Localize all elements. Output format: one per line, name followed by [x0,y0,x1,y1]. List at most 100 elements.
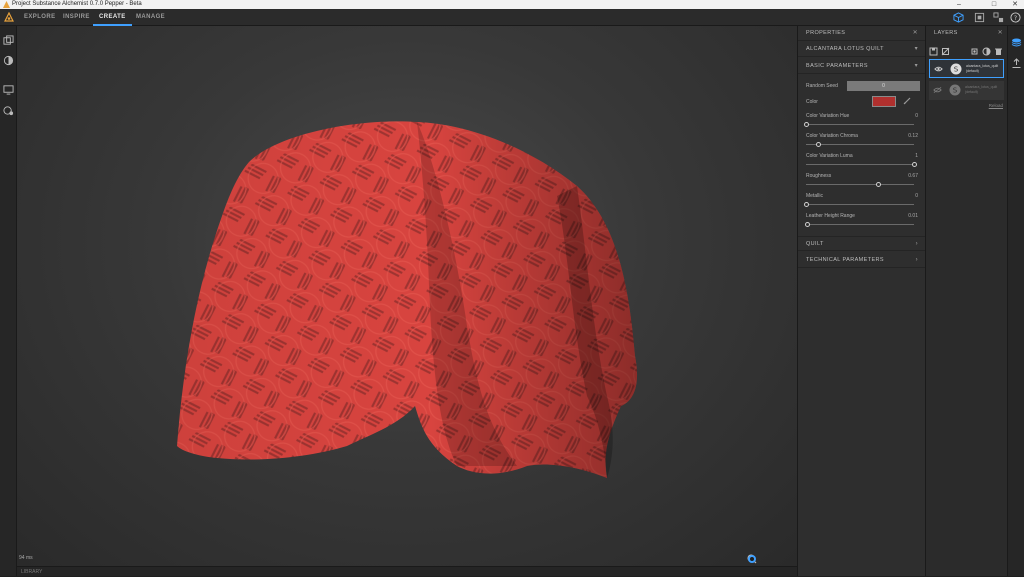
color-picker-icon[interactable] [903,97,911,105]
layers-stack-icon[interactable] [3,35,14,46]
basic-parameters-section[interactable]: BASIC PARAMETERS ▾ [798,59,926,74]
3d-viewport[interactable]: 94 ms [17,26,797,566]
properties-header: PROPERTIES ✕ [798,26,926,41]
slider-track[interactable] [806,124,914,125]
add-material-icon[interactable] [982,43,991,56]
slider-value: 0.67 [908,173,918,179]
slider-track[interactable] [806,164,914,165]
slider-handle[interactable] [804,222,810,227]
basic-parameters-label: BASIC PARAMETERS [806,63,868,69]
slider-handle[interactable] [803,122,809,127]
slider-row: Color Variation Luma 1 [806,153,918,159]
quilt-section-label: QUILT [806,241,824,247]
right-toolbar [1007,26,1024,576]
eye-hidden-icon[interactable] [933,86,942,94]
material-name: ALCANTARA LOTUS QUILT [806,46,884,52]
reload-link[interactable]: Reload [989,103,1003,108]
slider-label: Color Variation Hue [806,113,850,119]
window-title: Project Substance Alchemist 0.7.0 Pepper… [12,1,142,7]
slider-value: 0 [915,113,918,119]
environment-settings-icon[interactable] [3,105,14,116]
chevron-right-icon[interactable]: › [916,237,918,252]
slider-row: Color Variation Chroma 0.12 [806,133,918,139]
slider-handle[interactable] [875,182,881,187]
color-swatch[interactable] [872,96,896,107]
slider-label: Color Variation Chroma [806,133,858,139]
layer-item[interactable]: S alcantara_lotus_quilt (default) [929,59,1004,78]
layers-title: LAYERS [934,30,958,36]
app-logo-icon [3,1,10,8]
quilt-section[interactable]: QUILT › [798,236,926,251]
close-window-button[interactable]: ✕ [1006,0,1024,9]
viewport-tools [747,554,795,564]
color-row: Color [806,96,918,107]
slider-track[interactable] [806,204,914,205]
minimize-button[interactable]: – [950,0,968,9]
3d-cube-icon[interactable] [953,12,964,23]
slider-row: Leather Height Range 0.01 [806,213,918,219]
layers-panel-icon[interactable] [1011,35,1022,47]
substance-thumbnail-icon: S [949,84,961,96]
alchemist-logo-icon[interactable] [4,12,14,22]
display-settings-icon[interactable] [3,84,14,95]
environment-light-icon[interactable] [748,555,795,566]
tab-inspire[interactable]: INSPIRE [63,9,90,26]
slider-track[interactable] [806,224,914,225]
slider-label: Leather Height Range [806,213,855,219]
slider-handle[interactable] [803,202,809,207]
slider-value: 0.01 [908,213,918,219]
slider-track[interactable] [806,184,914,185]
technical-parameters-section[interactable]: TECHNICAL PARAMETERS › [798,253,926,268]
material-name-section[interactable]: ALCANTARA LOTUS QUILT ▾ [798,42,926,57]
layers-panel: LAYERS ✕ S alcantara_lotus_quilt (defaul… [925,26,1007,576]
properties-panel: PROPERTIES ✕ ALCANTARA LOTUS QUILT ▾ BAS… [797,26,926,576]
layers-header: LAYERS ✕ [926,26,1008,41]
maximize-button[interactable]: □ [985,0,1003,9]
close-layers-icon[interactable]: ✕ [998,26,1003,41]
color-label: Color [806,99,818,105]
slider-label: Color Variation Luma [806,153,853,159]
add-filter-icon[interactable] [970,43,979,55]
slider-row: Color Variation Hue 0 [806,113,918,119]
chevron-down-icon[interactable]: ▾ [915,42,918,57]
2d-view-icon[interactable] [974,12,985,23]
slider-row: Roughness 0.67 [806,173,918,179]
help-icon[interactable]: ? [1010,12,1021,23]
slider-handle[interactable] [911,162,917,167]
tab-explore[interactable]: EXPLORE [24,9,55,26]
export-icon[interactable] [1011,56,1022,68]
disable-layer-icon[interactable] [941,43,950,56]
properties-title: PROPERTIES [806,30,846,36]
close-properties-icon[interactable]: ✕ [913,26,918,41]
svg-text:S: S [954,66,959,74]
slider-value: 0.12 [908,133,918,139]
substance-thumbnail-icon: S [950,63,962,75]
slider-track[interactable] [806,144,914,145]
library-bar[interactable]: LIBRARY [17,566,797,576]
tab-create[interactable]: CREATE [93,9,132,26]
slider-value: 1 [915,153,918,159]
layer-name: alcantara_lotus_quilt (default) [965,85,998,94]
delete-icon[interactable] [994,43,1003,55]
material-sphere-icon[interactable] [3,55,14,66]
eye-icon[interactable] [934,65,943,73]
library-label: LIBRARY [21,569,43,575]
svg-text:S: S [953,87,958,95]
layer-item[interactable]: S alcantara_lotus_quilt (default) [929,81,1004,100]
tab-manage[interactable]: MANAGE [136,9,165,26]
random-seed-input[interactable]: 0 [847,81,920,91]
chevron-down-icon[interactable]: ▾ [915,59,918,74]
frame-time-readout: 94 ms [19,555,33,561]
window-title-bar: Project Substance Alchemist 0.7.0 Pepper… [0,0,1024,9]
chevron-right-icon[interactable]: › [916,253,918,268]
draped-cloth-preview [177,121,638,478]
random-seed-label: Random Seed [806,83,838,89]
top-nav: EXPLORE INSPIRE CREATE MANAGE ? [0,9,1024,26]
zoom-fit-icon[interactable] [747,554,778,566]
slider-row: Metallic 0 [806,193,918,199]
random-seed-row: Random Seed 0 [806,81,920,91]
slider-label: Metallic [806,193,823,199]
slider-handle[interactable] [816,142,822,147]
save-icon[interactable] [929,43,938,56]
split-view-icon[interactable] [993,12,1004,23]
